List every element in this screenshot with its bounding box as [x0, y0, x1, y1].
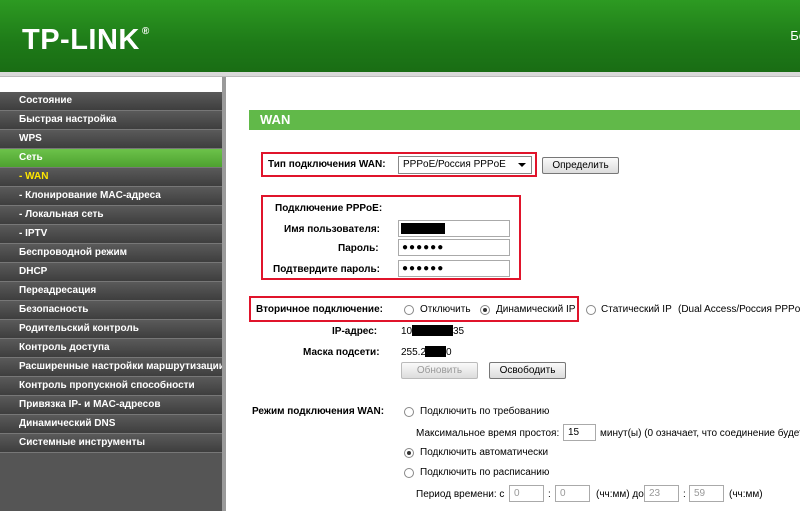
wan-type-select[interactable]: PPPoE/Россия PPPoE [398, 156, 532, 174]
mask-suffix: 0 [446, 347, 452, 358]
sidebar-item-wps[interactable]: WPS [0, 130, 222, 149]
mask-label: Маска подсети: [303, 347, 380, 358]
sidebar-subitem-iptv[interactable]: - IPTV [0, 225, 222, 244]
mode-schedule-radio[interactable] [404, 468, 414, 478]
secondary-disable-radio[interactable] [404, 305, 414, 315]
hhmm-to-label: (чч:мм) до [596, 489, 644, 500]
chevron-down-icon [518, 163, 526, 167]
password-label: Пароль: [338, 243, 379, 254]
detect-button[interactable]: Определить [542, 157, 619, 174]
sidebar-item-parental-control[interactable]: Родительский контроль [0, 320, 222, 339]
mode-on-demand-label: Подключить по требованию [420, 406, 550, 417]
tp-link-logo: TP-LINK ® [22, 24, 150, 56]
idle-time-label: Максимальное время простоя: [416, 428, 560, 439]
release-button[interactable]: Освободить [489, 362, 566, 379]
ip-suffix: 35 [453, 326, 465, 337]
period-label: Период времени: с [416, 489, 505, 500]
username-field[interactable] [398, 220, 510, 237]
sidebar-item-dhcp[interactable]: DHCP [0, 263, 222, 282]
sidebar-item-access-control[interactable]: Контроль доступа [0, 339, 222, 358]
password-field[interactable]: ●●●●●● [398, 239, 510, 256]
secondary-static-label: Статический IP [601, 304, 672, 315]
sidebar-item-forwarding[interactable]: Переадресация [0, 282, 222, 301]
confirm-password-dots: ●●●●●● [402, 263, 445, 274]
time-colon-1: : [548, 489, 551, 500]
sidebar-subitem-wan[interactable]: - WAN [0, 168, 222, 187]
redacted-username [401, 223, 445, 234]
redacted-ip [412, 325, 453, 336]
time-colon-2: : [683, 489, 686, 500]
secondary-static-radio[interactable] [586, 305, 596, 315]
password-dots: ●●●●●● [402, 242, 445, 253]
sidebar-item-status[interactable]: Состояние [0, 92, 222, 111]
secondary-dynamic-label: Динамический IP [496, 304, 576, 315]
confirm-password-field[interactable]: ●●●●●● [398, 260, 510, 277]
wan-type-label: Тип подключения WAN: [268, 159, 386, 170]
mode-schedule-label: Подключить по расписанию [420, 467, 550, 478]
mode-auto-label: Подключить автоматически [420, 447, 549, 458]
sidebar-item-wireless[interactable]: Беспроводной режим [0, 244, 222, 263]
refresh-button[interactable]: Обновить [401, 362, 478, 379]
idle-time-unit: минут(ы) (0 означает, что соединение буд… [600, 428, 800, 439]
mode-auto-radio[interactable] [404, 448, 414, 458]
sidebar-item-advanced-routing[interactable]: Расширенные настройки маршрутизации [0, 358, 225, 377]
sidebar-item-ddns[interactable]: Динамический DNS [0, 415, 222, 434]
redacted-mask [425, 346, 446, 357]
username-label: Имя пользователя: [284, 224, 380, 235]
header-right-text: Бе [790, 28, 800, 43]
pppoe-heading: Подключение PPPoE: [275, 203, 383, 214]
from-hour-input[interactable]: 0 [509, 485, 544, 502]
secondary-disable-label: Отключить [420, 304, 471, 315]
wan-type-value: PPPoE/Россия PPPoE [403, 159, 506, 170]
mode-label: Режим подключения WAN: [252, 406, 385, 417]
to-minute-input[interactable]: 59 [689, 485, 724, 502]
sidebar-item-bandwidth-control[interactable]: Контроль пропускной способности [0, 377, 222, 396]
secondary-label: Вторичное подключение: [256, 304, 383, 315]
mask-prefix: 255.2 [401, 347, 427, 358]
sidebar-top-gap [0, 77, 222, 92]
sidebar-item-system-tools[interactable]: Системные инструменты [0, 434, 222, 453]
mode-on-demand-radio[interactable] [404, 407, 414, 417]
secondary-note: (Dual Access/Россия PPPoE [678, 304, 800, 315]
to-hour-input[interactable]: 23 [644, 485, 679, 502]
sidebar-item-security[interactable]: Безопасность [0, 301, 222, 320]
sidebar-item-network[interactable]: Сеть [0, 149, 222, 168]
header-bar: TP-LINK® Бе [0, 0, 800, 72]
idle-time-input[interactable]: 15 [563, 424, 596, 441]
hhmm-label: (чч:мм) [729, 489, 763, 500]
sidebar-item-quick-setup[interactable]: Быстрая настройка [0, 111, 222, 130]
section-title: WAN [249, 110, 800, 130]
ip-label: IP-адрес: [332, 326, 378, 337]
sidebar-item-ip-mac-binding[interactable]: Привязка IP- и MAC-адресов [0, 396, 222, 415]
secondary-dynamic-radio[interactable] [480, 305, 490, 315]
confirm-password-label: Подтвердите пароль: [273, 264, 380, 275]
sidebar: Состояние Быстрая настройка WPS Сеть - W… [0, 77, 225, 511]
from-minute-input[interactable]: 0 [555, 485, 590, 502]
sidebar-subitem-mac-clone[interactable]: - Клонирование MAC-адреса [0, 187, 222, 206]
main-content [226, 77, 800, 511]
sidebar-subitem-lan[interactable]: - Локальная сеть [0, 206, 222, 225]
